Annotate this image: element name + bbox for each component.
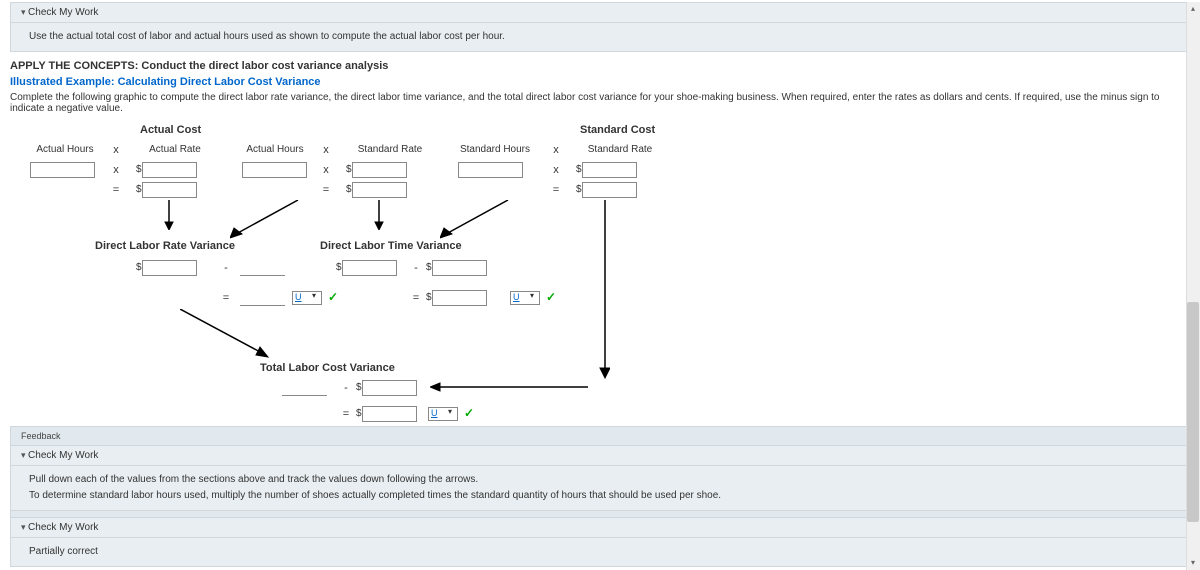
minus-tv: - — [410, 262, 422, 274]
apply-concepts-heading: APPLY THE CONCEPTS: Conduct the direct l… — [10, 60, 1190, 72]
dollar-3: $ — [576, 164, 582, 175]
feedback-box-2: Feedback Check My Work Pull down each of… — [10, 426, 1190, 511]
arrow-diag-1 — [230, 200, 300, 240]
x-op-r1b: x — [320, 164, 332, 176]
total-var-b[interactable] — [362, 380, 417, 396]
time-variance-label: Direct Labor Time Variance — [320, 240, 462, 252]
dollar-6: $ — [576, 184, 582, 195]
x-sym-3: x — [550, 144, 562, 156]
arrow-left-to-total — [430, 382, 590, 392]
instructions-text: Complete the following graphic to comput… — [10, 92, 1190, 114]
col-actual-rate: Actual Rate — [140, 144, 210, 155]
vertical-scrollbar[interactable]: ▴ ▾ — [1186, 2, 1200, 570]
eq-tot: = — [340, 408, 352, 420]
rate-var-result[interactable] — [240, 290, 285, 306]
standard-rate-input-1[interactable] — [352, 162, 407, 178]
dollar-tv1: $ — [336, 262, 342, 273]
time-var-b[interactable] — [432, 260, 487, 276]
eq-rv: = — [220, 292, 232, 304]
standard-cost-result[interactable] — [582, 182, 637, 198]
arrow-down-1 — [164, 200, 174, 230]
illustrated-example-link[interactable]: Illustrated Example: Calculating Direct … — [10, 76, 1190, 88]
checkmark-total: ✓ — [464, 406, 474, 420]
actual-hours-input-1[interactable] — [30, 162, 95, 178]
total-var-a[interactable] — [282, 380, 327, 396]
dollar-tot3: $ — [356, 408, 362, 419]
scroll-up-arrow[interactable]: ▴ — [1186, 2, 1200, 16]
actual-cost-result[interactable] — [142, 182, 197, 198]
rate-var-uf-select[interactable]: U — [292, 291, 322, 305]
fb2-line2: To determine standard labor hours used, … — [29, 488, 1171, 504]
eq-tv: = — [410, 292, 422, 304]
caret-1: ▾ — [312, 291, 316, 300]
dollar-4: $ — [136, 184, 142, 195]
time-var-uf-select[interactable]: U — [510, 291, 540, 305]
dollar-5: $ — [346, 184, 352, 195]
minus-rv: - — [220, 262, 232, 274]
actual-cost-header: Actual Cost — [140, 124, 201, 136]
time-var-a[interactable] — [342, 260, 397, 276]
feedback-box-top: Feedback Check My Work Use the actual to… — [10, 2, 1190, 52]
arrow-rate-to-total — [180, 309, 270, 359]
col-standard-rate-2: Standard Rate — [580, 144, 660, 155]
check-my-work-toggle-1[interactable]: Check My Work — [11, 3, 1189, 23]
checkmark-rate: ✓ — [328, 290, 338, 304]
arrow-diag-2 — [440, 200, 510, 240]
standard-hours-input[interactable] — [458, 162, 523, 178]
total-variance-label: Total Labor Cost Variance — [260, 362, 395, 374]
total-var-uf-select[interactable]: U — [428, 407, 458, 421]
ah-sr-result[interactable] — [352, 182, 407, 198]
x-sym-1: x — [110, 144, 122, 156]
dollar-rv1: $ — [136, 262, 142, 273]
arrow-long-down — [550, 200, 610, 380]
eq-op-3: = — [550, 184, 562, 196]
minus-tot: - — [340, 382, 352, 394]
caret-2: ▾ — [530, 291, 534, 300]
col-actual-hours-2: Actual Hours — [240, 144, 310, 155]
rate-var-a[interactable] — [142, 260, 197, 276]
rate-var-b[interactable] — [240, 260, 285, 276]
fb2-line1: Pull down each of the values from the se… — [29, 472, 1171, 488]
check-my-work-toggle-3[interactable]: Check My Work — [11, 518, 1189, 538]
dollar-2: $ — [346, 164, 352, 175]
feedback-text-1: Use the actual total cost of labor and a… — [11, 23, 1189, 51]
x-sym-2: x — [320, 144, 332, 156]
col-actual-hours-1: Actual Hours — [30, 144, 100, 155]
eq-op-1: = — [110, 184, 122, 196]
rate-variance-label: Direct Labor Rate Variance — [95, 240, 235, 252]
dollar-tv2: $ — [426, 262, 432, 273]
actual-rate-input[interactable] — [142, 162, 197, 178]
feedback-2-head: Feedback — [11, 427, 1189, 446]
caret-3: ▾ — [448, 407, 452, 416]
time-var-result[interactable] — [432, 290, 487, 306]
actual-hours-input-2[interactable] — [242, 162, 307, 178]
dollar-tot2: $ — [356, 382, 362, 393]
x-op-r1c: x — [550, 164, 562, 176]
feedback-3-body: Partially correct — [11, 538, 1189, 566]
dollar-1: $ — [136, 164, 142, 175]
variance-diagram: Actual Cost Standard Cost Actual Hours x… — [10, 124, 1190, 494]
col-standard-hours: Standard Hours — [450, 144, 540, 155]
total-var-result[interactable] — [362, 406, 417, 422]
col-standard-rate-1: Standard Rate — [350, 144, 430, 155]
dollar-tv3: $ — [426, 292, 432, 303]
standard-cost-header: Standard Cost — [580, 124, 655, 136]
feedback-2-body: Pull down each of the values from the se… — [11, 466, 1189, 510]
check-my-work-toggle-2[interactable]: Check My Work — [11, 446, 1189, 466]
x-op-r1a: x — [110, 164, 122, 176]
scroll-thumb[interactable] — [1187, 302, 1199, 522]
eq-op-2: = — [320, 184, 332, 196]
arrow-down-2 — [374, 200, 384, 230]
standard-rate-input-2[interactable] — [582, 162, 637, 178]
